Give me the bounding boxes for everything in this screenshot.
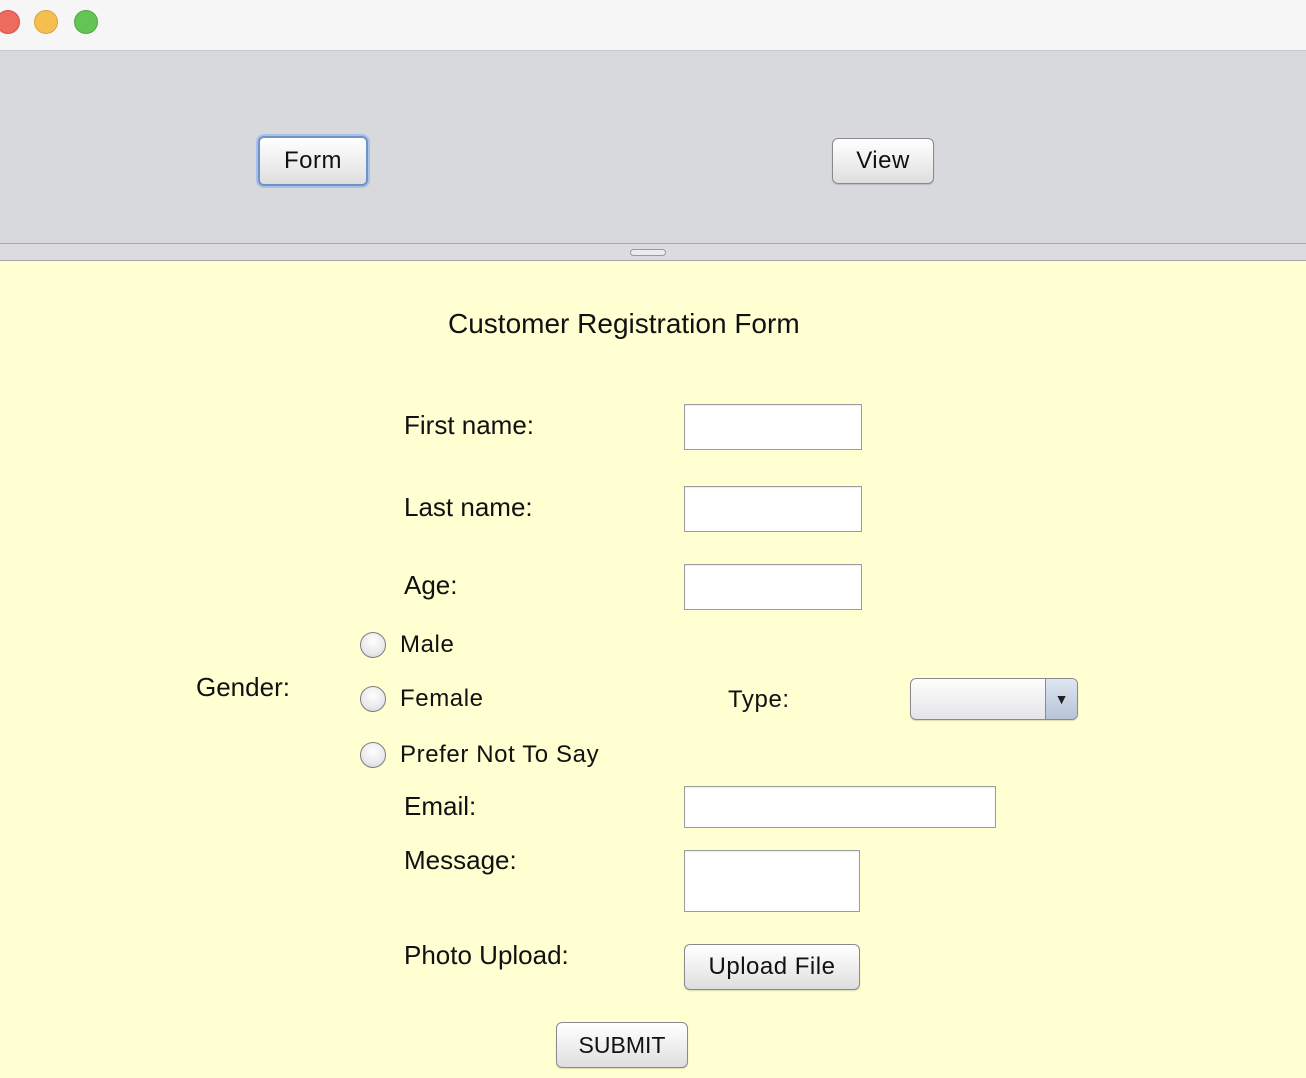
email-label: Email: [404, 791, 477, 821]
upload-file-button[interactable]: Upload File [684, 944, 860, 990]
form-button[interactable]: Form [258, 136, 368, 186]
minimize-window-button[interactable] [34, 10, 58, 34]
gender-option-male[interactable]: Male [360, 631, 454, 659]
radio-button[interactable] [360, 632, 386, 658]
gender-option-label: Female [400, 685, 484, 712]
gender-option-prefer-not-to-say[interactable]: Prefer Not To Say [360, 741, 599, 769]
gender-option-label: Prefer Not To Say [400, 741, 600, 768]
window-title-bar [0, 0, 1306, 51]
chevron-down-icon[interactable]: ▼ [1045, 679, 1077, 719]
radio-button[interactable] [360, 742, 386, 768]
top-navigation-panel: Form View [0, 51, 1306, 243]
view-button[interactable]: View [832, 138, 934, 184]
radio-button[interactable] [360, 686, 386, 712]
zoom-window-button[interactable] [74, 10, 98, 34]
first-name-label: First name: [404, 410, 535, 440]
message-field[interactable] [684, 850, 860, 912]
gender-option-label: Male [400, 631, 455, 658]
age-label: Age: [404, 570, 458, 600]
last-name-field[interactable] [684, 486, 862, 532]
photo-upload-label: Photo Upload: [404, 940, 569, 970]
message-label: Message: [404, 845, 517, 875]
divider-grip-handle[interactable] [630, 249, 666, 256]
close-window-button[interactable] [0, 10, 20, 34]
last-name-label: Last name: [404, 492, 533, 522]
type-label: Type: [728, 686, 790, 713]
gender-label: Gender: [196, 672, 290, 702]
gender-option-female[interactable]: Female [360, 685, 484, 713]
form-title: Customer Registration Form [448, 308, 800, 339]
email-field[interactable] [684, 786, 996, 828]
registration-form-panel [0, 261, 1306, 1078]
type-dropdown[interactable]: ▼ [910, 678, 1078, 720]
submit-button[interactable]: SUBMIT [556, 1022, 688, 1068]
age-field[interactable] [684, 564, 862, 610]
first-name-field[interactable] [684, 404, 862, 450]
